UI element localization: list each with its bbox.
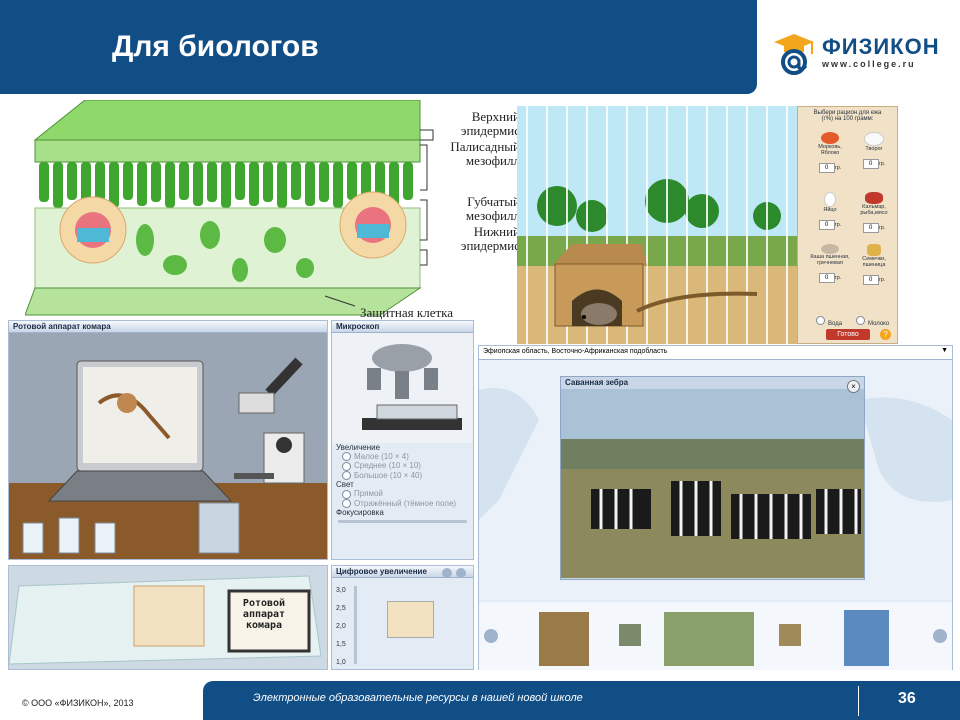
cottage-cheese-icon bbox=[864, 132, 884, 146]
copyright: © ООО «ФИЗИКОН», 2013 bbox=[22, 698, 134, 708]
zebra-window: Саванная зебра × bbox=[560, 376, 865, 580]
focus-label: Фокусировка bbox=[336, 507, 384, 517]
help-button[interactable]: ? bbox=[880, 329, 891, 340]
option-label: Большое (10 × 40) bbox=[354, 470, 423, 480]
option-label: Прямой bbox=[354, 489, 383, 499]
region-dropdown-value: Эфиопская область, Восточно-Африканская … bbox=[483, 348, 668, 355]
squid-fish-meat-icon bbox=[865, 192, 883, 204]
focus-slider[interactable] bbox=[338, 519, 467, 523]
food-label: Морковь, Яблоко bbox=[818, 144, 842, 156]
food-label: Творог bbox=[865, 146, 883, 152]
food-unit: гр. bbox=[878, 277, 886, 283]
egg-icon bbox=[824, 192, 836, 207]
leaf-label-spongy: Губчатый мезофилл bbox=[465, 194, 520, 223]
food-label: Кальмар, рыба,мясо bbox=[860, 204, 888, 216]
food-label: Каша пшенная, гречневая bbox=[810, 254, 850, 266]
mag-low-option[interactable]: Малое (10 × 4) bbox=[332, 452, 473, 462]
zebra-caption: Саванная зебра bbox=[565, 378, 629, 387]
food-unit: гр. bbox=[834, 275, 842, 281]
zoom-scale-tick: 3,0 bbox=[336, 587, 346, 594]
zoom-out-icon[interactable] bbox=[456, 568, 466, 578]
food-amount-input[interactable]: 0 bbox=[862, 223, 879, 233]
food-amount-input[interactable]: 0 bbox=[862, 159, 879, 169]
microscope-panel: Микроскоп Увеличение Малое (10 × 4) Сред… bbox=[331, 320, 474, 560]
microscope-icon bbox=[332, 333, 473, 443]
magnification-label: Увеличение bbox=[336, 443, 381, 452]
carrot-apple-icon bbox=[821, 132, 839, 144]
food-unit: гр. bbox=[834, 222, 842, 228]
option-label: Среднее (10 × 10) bbox=[354, 461, 421, 471]
mag-high-option[interactable]: Большое (10 × 40) bbox=[332, 470, 473, 481]
diet-foods: Морковь, Яблоко 0 гр. Творог 0 гр. Яйцо 0г… bbox=[810, 132, 894, 302]
close-icon[interactable]: × bbox=[847, 380, 860, 393]
leaf-label-upper-epidermis: Верхний эпидермис bbox=[460, 109, 520, 138]
lab-scene bbox=[9, 333, 327, 559]
logo-name: ФИЗИКОН bbox=[822, 34, 940, 59]
drink-milk[interactable]: Молоко bbox=[856, 312, 889, 330]
food-unit: гр. bbox=[834, 165, 842, 171]
zoom-scale-tick: 2,5 bbox=[336, 605, 346, 612]
food-amount-input[interactable]: 0 bbox=[818, 220, 835, 230]
footer-divider bbox=[858, 686, 859, 716]
light-label: Свет bbox=[336, 480, 354, 490]
porridge-icon bbox=[821, 244, 839, 254]
region-dropdown[interactable]: Эфиопская область, Восточно-Африканская … bbox=[479, 346, 952, 360]
page-title: Для биологов bbox=[112, 30, 319, 63]
leaf-label-palisade: Палисадный мезофилл bbox=[450, 139, 520, 168]
light-dark-field-option[interactable]: Отражённый (тёмное поле) bbox=[332, 499, 473, 508]
microscope-panel-title: Микроскоп bbox=[332, 321, 473, 333]
food-amount-input[interactable]: 0 bbox=[818, 273, 835, 283]
zebra-photo bbox=[561, 389, 864, 578]
zoom-scale-tick: 1,5 bbox=[336, 641, 346, 648]
food-label: Семечки, пшеница bbox=[862, 256, 886, 268]
zoom-preview bbox=[387, 601, 434, 638]
drink-label: Молоко bbox=[868, 321, 890, 327]
page-number: 36 bbox=[898, 690, 916, 707]
leaf-label-guard-cell: Защитная клетка bbox=[360, 305, 454, 320]
drink-label: Вода bbox=[828, 321, 843, 327]
food-amount-input[interactable]: 0 bbox=[862, 275, 879, 285]
option-label: Малое (10 × 4) bbox=[354, 452, 409, 461]
graduation-cap-logo-icon bbox=[770, 30, 818, 76]
mosquito-panel: Ротовой аппарат комара bbox=[8, 320, 328, 560]
food-unit: гр. bbox=[878, 225, 886, 231]
diet-subheader: (г%) на 100 грамм: bbox=[821, 116, 874, 122]
seeds-wheat-icon bbox=[867, 244, 881, 256]
food-amount-input[interactable]: 0 bbox=[818, 163, 835, 173]
zoom-slider[interactable] bbox=[354, 586, 357, 664]
zoom-scale: 3,0 2,5 2,0 1,5 1,0 bbox=[336, 582, 346, 672]
zoom-scale-tick: 1,0 bbox=[336, 659, 346, 666]
zoom-in-icon[interactable] bbox=[442, 568, 452, 578]
mosquito-panel-title: Ротовой аппарат комара bbox=[9, 321, 327, 333]
mag-medium-option[interactable]: Среднее (10 × 10) bbox=[332, 461, 473, 471]
slide-label: Ротовой аппарат комара bbox=[242, 598, 286, 631]
hedgehog-enclosure-scene bbox=[517, 106, 797, 344]
chevron-down-icon: ▼ bbox=[941, 347, 948, 354]
food-label: Яйцо bbox=[823, 207, 837, 213]
option-label: Отражённый (тёмное поле) bbox=[354, 498, 457, 508]
ready-button[interactable]: Готово bbox=[826, 329, 870, 340]
digital-zoom-panel: Цифровое увеличение 3,0 2,5 2,0 1,5 1,0 bbox=[331, 565, 474, 670]
food-unit: гр. bbox=[878, 161, 886, 167]
logo-url: www.college.ru bbox=[822, 59, 916, 69]
footer-text: Электронные образовательные ресурсы в на… bbox=[253, 692, 583, 704]
light-direct-option[interactable]: Прямой bbox=[332, 489, 473, 499]
drink-water[interactable]: Вода bbox=[816, 312, 842, 330]
animal-carousel[interactable] bbox=[479, 602, 952, 670]
zoom-scale-tick: 2,0 bbox=[336, 623, 346, 630]
leaf-label-lower-epidermis: Нижний эпидермис bbox=[460, 224, 520, 253]
